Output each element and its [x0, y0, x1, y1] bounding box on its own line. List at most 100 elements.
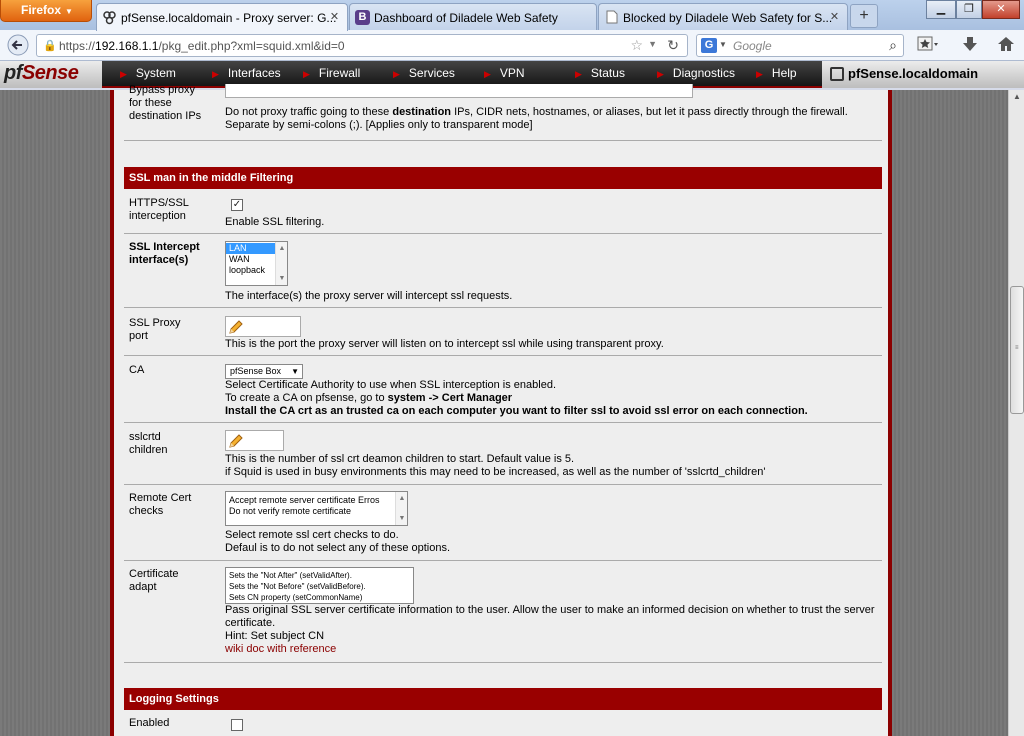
menu-arrow-icon: ▶ — [657, 69, 664, 79]
menu-label: System — [135, 66, 176, 80]
https-ssl-desc: Enable SSL filtering. — [225, 216, 325, 228]
reload-icon[interactable]: ↻ — [667, 37, 679, 54]
menu-arrow-icon: ▶ — [303, 69, 310, 79]
scroll-down-icon[interactable]: ▼ — [396, 513, 407, 524]
url-host: 192.168.1.1 — [95, 39, 159, 53]
url-bar[interactable]: 🔒 https://192.168.1.1/pkg_edit.php?xml=s… — [36, 34, 688, 57]
bypass-proxy-row: Bypass proxy for these destination IPs D… — [124, 84, 882, 141]
bypass-desc-post: IPs, CIDR nets, hostnames, or aliases, b… — [451, 106, 848, 118]
wiki-link-text[interactable]: wiki doc with reference — [225, 643, 336, 655]
ssl-proxy-port-input[interactable] — [225, 316, 301, 337]
menu-label: Interfaces — [227, 66, 281, 80]
menu-arrow-icon: ▶ — [212, 69, 219, 79]
bookmark-star-icon[interactable]: ☆ — [630, 37, 643, 54]
close-tab-icon[interactable]: ✕ — [828, 11, 841, 24]
sslcrtd-label: sslcrtd children — [129, 431, 168, 456]
new-tab-button[interactable]: + — [850, 4, 878, 28]
ca-desc-1: Select Certificate Authority to use when… — [225, 379, 557, 391]
ssl-proxy-port-desc: This is the port the proxy server will l… — [225, 338, 664, 350]
tab-title: pfSense.localdomain - Proxy server: G... — [121, 11, 337, 25]
url-path: /pkg_edit.php?xml=squid.xml&id=0 — [158, 39, 345, 53]
sslcrtd-children-row: sslcrtd children This is the number of s… — [124, 423, 882, 485]
https-ssl-checkbox[interactable]: ✓ — [231, 199, 243, 211]
form-panel: Bypass proxy for these destination IPs D… — [110, 84, 892, 736]
list-scrollbar[interactable]: ▲ ▼ — [395, 492, 407, 525]
certificate-adapt-row: Certificate adapt Sets the "Not After" (… — [124, 561, 882, 663]
ssl-proxy-port-row: SSL Proxy port This is the port the prox… — [124, 308, 882, 356]
ca-selected-value: pfSense Box — [230, 366, 282, 376]
bypass-proxy-input[interactable] — [225, 84, 693, 98]
firefox-menu-label: Firefox — [21, 3, 62, 17]
cert-adapt-option-common-name[interactable]: Sets CN property (setCommonName) — [226, 592, 413, 603]
tab-diladele-blocked[interactable]: Blocked by Diladele Web Safety for S... … — [598, 3, 848, 30]
bypass-proxy-desc: Do not proxy traffic going to these dest… — [225, 106, 848, 119]
search-icon[interactable]: ⌕ — [889, 37, 897, 54]
ssl-intercept-interfaces-list[interactable]: LAN WAN loopback ▲ ▼ — [225, 241, 288, 286]
tab-diladele-dashboard[interactable]: B Dashboard of Diladele Web Safety — [349, 3, 597, 30]
scroll-up-icon[interactable]: ▲ — [276, 243, 287, 254]
blank-page-icon — [604, 10, 619, 25]
remote-cert-checks-row: Remote Cert checks Accept remote server … — [124, 485, 882, 561]
downloads-icon[interactable] — [956, 34, 984, 58]
logging-enabled-label: Enabled — [129, 717, 170, 729]
menu-arrow-icon: ▶ — [484, 69, 491, 79]
restore-button[interactable]: ❐ — [956, 0, 982, 19]
cert-adapt-wiki-link[interactable]: wiki doc with reference — [225, 643, 336, 656]
bypass-desc-bold: destination — [392, 106, 452, 118]
search-input[interactable]: G ▼ Google ⌕ — [696, 34, 904, 57]
ssl-intercept-label: SSL Intercept interface(s) — [129, 241, 200, 266]
remote-cert-desc-2: Defaul is to do not select any of these … — [225, 542, 451, 554]
bypass-desc-pre: Do not proxy traffic going to these — [225, 106, 393, 118]
pfsense-logo-icon — [102, 10, 117, 25]
cert-adapt-desc-2: certificate. — [225, 617, 276, 629]
menu-label: Status — [590, 66, 625, 80]
firefox-menu-button[interactable]: Firefox ▼ — [0, 0, 92, 22]
cert-adapt-desc-1: Pass original SSL server certificate inf… — [225, 604, 875, 616]
back-icon[interactable] — [4, 34, 32, 58]
home-icon[interactable] — [992, 34, 1020, 58]
close-window-button[interactable]: ✕ — [982, 0, 1020, 19]
history-dropdown-icon[interactable]: ▼ — [648, 39, 657, 49]
close-tab-icon[interactable]: ✕ — [328, 11, 341, 24]
google-icon[interactable]: G — [701, 38, 717, 53]
list-scrollbar[interactable]: ▲ ▼ — [275, 242, 287, 285]
ssl-section-header: SSL man in the middle Filtering — [124, 167, 882, 189]
bypass-proxy-label: Bypass proxy for these destination IPs — [129, 84, 202, 122]
minimize-button[interactable]: ▁ — [926, 0, 956, 19]
sslcrtd-input[interactable] — [225, 430, 284, 451]
scroll-down-icon[interactable]: ▼ — [276, 273, 287, 284]
bookmarks-menu-icon[interactable] — [914, 34, 942, 58]
ssl-intercept-interfaces-row: SSL Intercept interface(s) LAN WAN loopb… — [124, 234, 882, 308]
menu-arrow-icon: ▶ — [120, 69, 127, 79]
logging-enabled-checkbox[interactable] — [231, 719, 243, 731]
tab-title: Dashboard of Diladele Web Safety — [374, 11, 558, 25]
logging-enabled-row: Enabled — [124, 712, 882, 736]
ca-label: CA — [129, 364, 145, 376]
ca-desc-2-pre: To create a CA on pfsense, go to — [225, 392, 388, 404]
tab-title: Blocked by Diladele Web Safety for S... — [623, 11, 833, 25]
cert-adapt-option-valid-before[interactable]: Sets the "Not Before" (setValidBefore). — [226, 581, 413, 592]
remote-cert-list[interactable]: Accept remote server certificate Erros D… — [225, 491, 408, 526]
ca-select[interactable]: pfSense Box ▼ — [225, 364, 303, 379]
tab-pfsense[interactable]: pfSense.localdomain - Proxy server: G...… — [96, 3, 348, 31]
menu-label: Services — [408, 66, 455, 80]
menu-arrow-icon: ▶ — [575, 69, 582, 79]
scroll-up-icon[interactable]: ▲ — [396, 493, 407, 504]
search-engine-dropdown-icon[interactable]: ▼ — [719, 40, 727, 49]
pencil-icon — [229, 434, 243, 448]
ca-desc-2: To create a CA on pfsense, go to system … — [225, 392, 512, 405]
remote-cert-option-no-verify[interactable]: Do not verify remote certificate — [226, 506, 407, 517]
hostname-label: pfSense.localdomain — [848, 66, 979, 81]
cert-adapt-list[interactable]: Sets the "Not After" (setValidAfter). Se… — [225, 567, 414, 604]
remote-cert-option-accept-errors[interactable]: Accept remote server certificate Erros — [226, 495, 407, 506]
https-ssl-interception-row: HTTPS/SSL interception ✓ Enable SSL filt… — [124, 192, 882, 234]
grip-icon: ≡ — [1015, 345, 1019, 351]
cert-adapt-hint: Hint: Set subject CN — [225, 630, 325, 642]
page-scrollbar[interactable]: ▲ ≡ — [1008, 90, 1024, 736]
ssl-intercept-desc: The interface(s) the proxy server will i… — [225, 290, 513, 302]
cert-adapt-option-valid-after[interactable]: Sets the "Not After" (setValidAfter). — [226, 570, 413, 581]
url-prefix: https:// — [59, 39, 96, 53]
scroll-up-icon[interactable]: ▲ — [1009, 92, 1024, 101]
scrollbar-thumb[interactable]: ≡ — [1010, 286, 1024, 414]
menu-label: VPN — [499, 66, 525, 80]
